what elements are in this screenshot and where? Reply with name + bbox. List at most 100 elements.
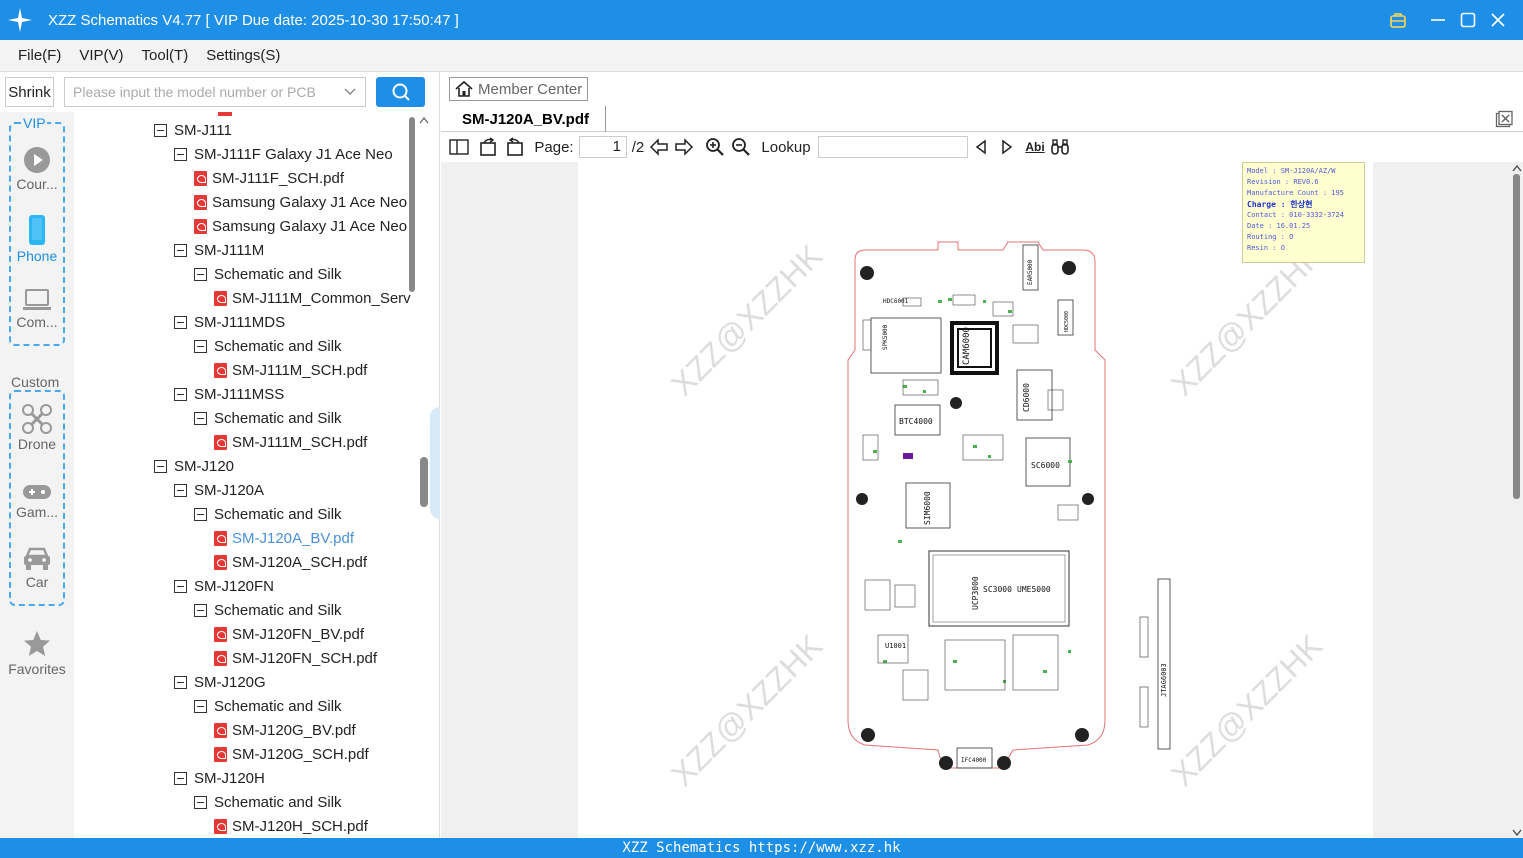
tree-folder-item[interactable]: SM-J120A: [174, 478, 264, 502]
lookup-input[interactable]: [818, 136, 968, 158]
board-info-box: Model : SM-J120A/AZ/W Revision : REV0.6 …: [1242, 162, 1365, 263]
tree-folder-item[interactable]: SM-J120H: [174, 766, 265, 790]
collapse-toggle-icon[interactable]: [174, 147, 187, 161]
tree-folder-item[interactable]: SM-J120G: [174, 670, 266, 694]
viewer-scroll-down-icon[interactable]: [1512, 828, 1522, 836]
collapse-toggle-icon[interactable]: [174, 675, 187, 689]
page-number-input[interactable]: 1: [579, 136, 627, 158]
member-center-button[interactable]: Member Center: [449, 77, 588, 101]
tree-file-item[interactable]: SM-J111M_SCH.pdf: [214, 358, 367, 382]
menu-vip[interactable]: VIP(V): [79, 47, 123, 64]
collapse-toggle-icon[interactable]: [174, 243, 187, 257]
category-drone[interactable]: Drone: [0, 404, 74, 452]
tree-file-item[interactable]: SM-J120H_SCH.pdf: [214, 814, 368, 838]
tree-folder-item[interactable]: SM-J120: [154, 454, 234, 478]
tree-folder-item[interactable]: Schematic and Silk: [194, 334, 342, 358]
menu-bar: File(F) VIP(V) Tool(T) Settings(S): [0, 40, 1523, 72]
pdf-viewer[interactable]: XZZ@XZZHK XZZ@XZZHK XZZ@XZZHK XZZ@XZZHK …: [441, 162, 1523, 838]
collapse-toggle-icon[interactable]: [174, 315, 187, 329]
tree-file-item[interactable]: SM-J120G_SCH.pdf: [214, 742, 369, 766]
close-button[interactable]: [1483, 0, 1513, 40]
tree-folder-item[interactable]: SM-J120FN: [174, 574, 274, 598]
zoom-in-icon[interactable]: [704, 136, 726, 158]
collapse-toggle-icon[interactable]: [174, 387, 187, 401]
menu-file[interactable]: File(F): [18, 47, 61, 64]
tab-sm-j120a-bv[interactable]: SM-J120A_BV.pdf: [446, 106, 606, 132]
chevron-down-icon[interactable]: [343, 85, 357, 102]
viewer-scroll-up-icon[interactable]: [1512, 164, 1522, 172]
tree-folder-item[interactable]: Schematic and Silk: [194, 262, 342, 286]
menu-settings[interactable]: Settings(S): [206, 47, 280, 64]
tree-file-item[interactable]: SM-J111F_SCH.pdf: [194, 166, 344, 190]
tree-folder-item[interactable]: SM-J111MDS: [174, 310, 285, 334]
tree-folder-item[interactable]: Schematic and Silk: [194, 406, 342, 430]
pdf-page[interactable]: XZZ@XZZHK XZZ@XZZHK XZZ@XZZHK XZZ@XZZHK …: [578, 162, 1373, 838]
collapse-toggle-icon[interactable]: [194, 507, 207, 521]
category-computer[interactable]: Com...: [0, 288, 74, 330]
category-course[interactable]: Cour...: [0, 146, 74, 192]
match-case-icon[interactable]: Abi: [1023, 136, 1047, 158]
maximize-button[interactable]: [1453, 0, 1483, 40]
sidebar-toggle-icon[interactable]: [447, 136, 471, 158]
collapse-toggle-icon[interactable]: [194, 411, 207, 425]
collapse-toggle-icon[interactable]: [194, 339, 207, 353]
next-page-icon[interactable]: [673, 136, 695, 158]
collapse-toggle-icon[interactable]: [154, 123, 167, 137]
zoom-out-icon[interactable]: [730, 136, 752, 158]
menu-tool[interactable]: Tool(T): [142, 47, 189, 64]
category-game[interactable]: Gam...: [0, 482, 74, 520]
rotate-right-icon[interactable]: [504, 136, 526, 158]
tree-file-item[interactable]: SM-J120G_BV.pdf: [214, 718, 356, 742]
tree-item-label: SM-J120G_SCH.pdf: [232, 745, 369, 763]
model-search-input[interactable]: Please input the model number or PCB: [64, 77, 366, 107]
splitter-grip[interactable]: [420, 457, 428, 507]
rotate-left-icon[interactable]: [477, 136, 499, 158]
tree-folder-item[interactable]: Schematic and Silk: [194, 598, 342, 622]
tree-item-label: SM-J111MDS: [194, 313, 286, 331]
tree-folder-item[interactable]: SM-J111F Galaxy J1 Ace Neo: [174, 142, 393, 166]
collapse-toggle-icon[interactable]: [174, 579, 187, 593]
find-prev-icon[interactable]: [972, 136, 990, 158]
vip-bag-icon[interactable]: [1383, 0, 1413, 40]
category-bar: VIP Cour... Phone Com... Custom Drone Ga…: [0, 112, 74, 838]
tree-item-label: SM-J111F_SCH.pdf: [212, 169, 344, 187]
favorites-button[interactable]: Favorites: [0, 629, 74, 677]
collapse-toggle-icon[interactable]: [194, 603, 207, 617]
tree-folder-item[interactable]: Schematic and Silk: [194, 502, 342, 526]
collapse-toggle-icon[interactable]: [174, 483, 187, 497]
collapse-toggle-icon[interactable]: [174, 771, 187, 785]
search-button[interactable]: [376, 77, 425, 107]
category-car[interactable]: Car: [0, 546, 74, 590]
shrink-button[interactable]: Shrink: [5, 77, 54, 107]
close-tab-icon[interactable]: [1495, 110, 1513, 128]
collapse-toggle-icon[interactable]: [194, 267, 207, 281]
tree-file-item[interactable]: Samsung Galaxy J1 Ace Neo: [194, 214, 407, 238]
tree-file-item[interactable]: SM-J111M_SCH.pdf: [214, 430, 367, 454]
tree-file-item[interactable]: SM-J120FN_BV.pdf: [214, 622, 364, 646]
viewer-scroll-thumb[interactable]: [1513, 174, 1520, 499]
tree-folder-item[interactable]: SM-J111: [154, 118, 232, 142]
tree-file-item[interactable]: SM-J120FN_SCH.pdf: [214, 646, 377, 670]
prev-page-icon[interactable]: [648, 136, 670, 158]
panel-collapse-handle[interactable]: [430, 407, 440, 519]
scroll-up-icon[interactable]: [418, 115, 430, 125]
collapse-toggle-icon[interactable]: [194, 795, 207, 809]
tree-folder-item[interactable]: Schematic and Silk: [194, 790, 342, 814]
tree-folder-item[interactable]: SM-J111M: [174, 238, 264, 262]
tree-file-item[interactable]: Samsung Galaxy J1 Ace Neo: [194, 190, 407, 214]
find-next-icon[interactable]: [998, 136, 1016, 158]
tree-file-item[interactable]: SM-J120A_BV.pdf: [214, 526, 354, 550]
tree-file-item[interactable]: SM-J111M_Common_Serv: [214, 286, 411, 310]
collapse-toggle-icon[interactable]: [154, 459, 167, 473]
tree-scroll-thumb[interactable]: [409, 117, 415, 292]
tree-folder-item[interactable]: SM-J111MSS: [174, 382, 284, 406]
binoculars-icon[interactable]: [1049, 136, 1071, 158]
label-sim6000: SIM6000: [923, 491, 932, 525]
minimize-button[interactable]: [1423, 0, 1453, 40]
tree-file-item[interactable]: SM-J120A_SCH.pdf: [214, 550, 367, 574]
info-revision: Revision : REV0.6: [1247, 178, 1319, 186]
collapse-toggle-icon[interactable]: [194, 699, 207, 713]
category-phone[interactable]: Phone: [0, 214, 74, 264]
status-bar: XZZ Schematics https://www.xzz.hk: [0, 838, 1523, 858]
tree-folder-item[interactable]: Schematic and Silk: [194, 694, 342, 718]
